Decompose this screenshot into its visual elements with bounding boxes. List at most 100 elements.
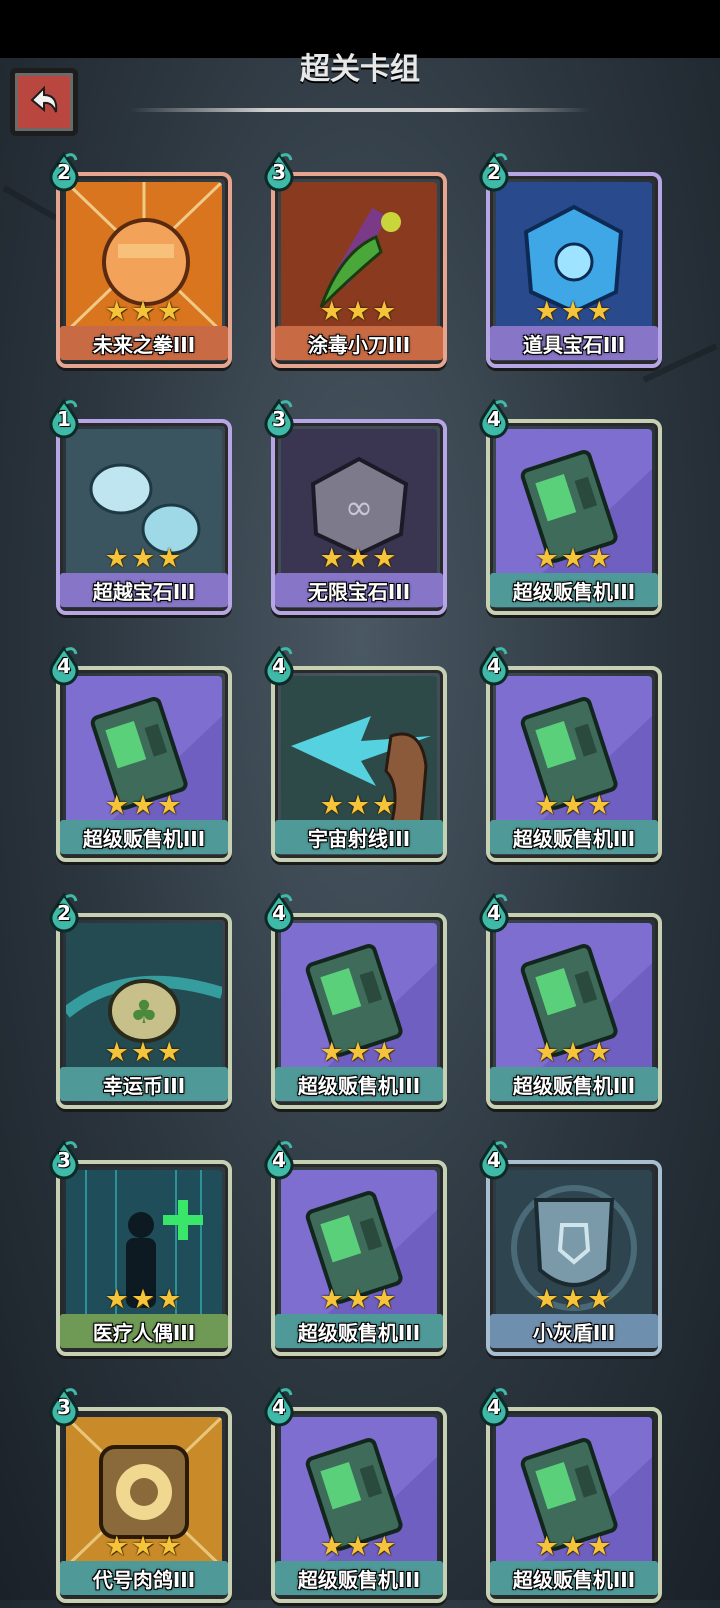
star-rating: ★★★ [482,790,666,821]
card[interactable]: ★★★ 超级贩售机III 4 [479,645,667,867]
energy-cost-value: 4 [487,654,501,678]
energy-cost-value: 4 [487,407,501,431]
star-icon: ★ [319,790,346,821]
star-icon: ★ [534,543,561,574]
energy-cost-badge: 4 [46,645,82,686]
header-divider [130,108,590,112]
star-rating: ★★★ [482,1284,666,1315]
star-rating: ★★★ [267,1284,451,1315]
star-rating: ★★★ [52,790,236,821]
star-rating: ★★★ [482,1531,666,1562]
star-icon: ★ [587,1531,614,1562]
energy-cost-badge: 3 [261,151,297,192]
star-rating: ★★★ [52,296,236,327]
card-name: 医疗人偶III [60,1314,228,1348]
star-icon: ★ [560,296,588,327]
card[interactable]: ★★★ 超级贩售机III 4 [479,892,667,1114]
card[interactable]: ★★★ 超级贩售机III 4 [264,892,452,1114]
star-rating: ★★★ [267,1531,451,1562]
star-icon: ★ [372,1284,399,1315]
energy-cost-value: 3 [272,160,286,184]
card[interactable]: ★★★ 超级贩售机III 4 [479,1386,667,1608]
star-rating: ★★★ [52,1531,236,1562]
card[interactable]: ★★★ 医疗人偶III 3 [49,1139,237,1361]
energy-cost-value: 3 [272,407,286,431]
star-icon: ★ [157,1284,184,1315]
energy-cost-value: 2 [487,160,501,184]
star-icon: ★ [104,1037,131,1068]
energy-cost-badge: 4 [476,1386,512,1427]
back-arrow-icon [24,80,64,124]
energy-cost-badge: 1 [46,398,82,439]
svg-text:♣: ♣ [130,993,159,1031]
card[interactable]: ★★★ 宇宙射线III 4 [264,645,452,867]
star-icon: ★ [534,296,561,327]
energy-cost-badge: 4 [476,645,512,686]
energy-cost-badge: 4 [476,892,512,933]
star-icon: ★ [372,296,399,327]
card[interactable]: ★★★ 超级贩售机III 4 [264,1139,452,1361]
card-name: 道具宝石III [490,326,658,360]
star-rating: ★★★ [482,1037,666,1068]
star-rating: ★★★ [482,543,666,574]
card-name: 超级贩售机III [275,1067,443,1101]
star-icon: ★ [130,543,158,574]
energy-cost-value: 4 [272,1148,286,1172]
star-rating: ★★★ [267,1037,451,1068]
card-name: 超越宝石III [60,573,228,607]
card[interactable]: ∞ ★★★ 无限宝石III 3 [264,398,452,620]
card[interactable]: ★★★ 未来之拳III 2 [49,151,237,373]
card[interactable]: ★★★ 超越宝石III 1 [49,398,237,620]
star-icon: ★ [587,543,614,574]
star-icon: ★ [157,790,184,821]
star-icon: ★ [534,790,561,821]
star-icon: ★ [104,1531,131,1562]
energy-cost-value: 2 [57,160,71,184]
star-icon: ★ [560,1531,588,1562]
card[interactable]: ★★★ 代号肉鸽III 3 [49,1386,237,1608]
star-icon: ★ [130,1531,158,1562]
energy-cost-badge: 4 [261,1139,297,1180]
star-icon: ★ [372,1531,399,1562]
star-rating: ★★★ [52,543,236,574]
star-icon: ★ [157,543,184,574]
card[interactable]: ★★★ 小灰盾III 4 [479,1139,667,1361]
card[interactable]: ★★★ 涂毒小刀III 3 [264,151,452,373]
star-icon: ★ [319,1284,346,1315]
star-icon: ★ [560,790,588,821]
card[interactable]: ★★★ 超级贩售机III 4 [264,1386,452,1608]
star-rating: ★★★ [267,296,451,327]
star-icon: ★ [587,1284,614,1315]
star-icon: ★ [104,296,131,327]
star-icon: ★ [560,1037,588,1068]
energy-cost-badge: 2 [46,151,82,192]
star-icon: ★ [104,1284,131,1315]
card-name: 未来之拳III [60,326,228,360]
card-name: 超级贩售机III [490,820,658,854]
star-icon: ★ [319,296,346,327]
star-rating: ★★★ [267,543,451,574]
energy-cost-badge: 4 [476,398,512,439]
back-button[interactable] [10,68,78,136]
star-icon: ★ [130,1037,158,1068]
star-icon: ★ [587,296,614,327]
star-icon: ★ [130,296,158,327]
star-icon: ★ [157,1037,184,1068]
star-icon: ★ [104,543,131,574]
card[interactable]: ♣ ★★★ 幸运币III 2 [49,892,237,1114]
energy-cost-value: 4 [272,901,286,925]
energy-cost-value: 3 [57,1148,71,1172]
card[interactable]: ★★★ 超级贩售机III 4 [479,398,667,620]
card-name: 超级贩售机III [275,1314,443,1348]
card[interactable]: ★★★ 超级贩售机III 4 [49,645,237,867]
star-icon: ★ [157,296,184,327]
card[interactable]: ★★★ 道具宝石III 2 [479,151,667,373]
card-name: 宇宙射线III [275,820,443,854]
energy-cost-value: 4 [272,1395,286,1419]
card-name: 超级贩售机III [275,1561,443,1595]
star-icon: ★ [319,543,346,574]
star-icon: ★ [319,1037,346,1068]
energy-cost-badge: 3 [261,398,297,439]
star-icon: ★ [345,543,373,574]
star-rating: ★★★ [267,790,451,821]
